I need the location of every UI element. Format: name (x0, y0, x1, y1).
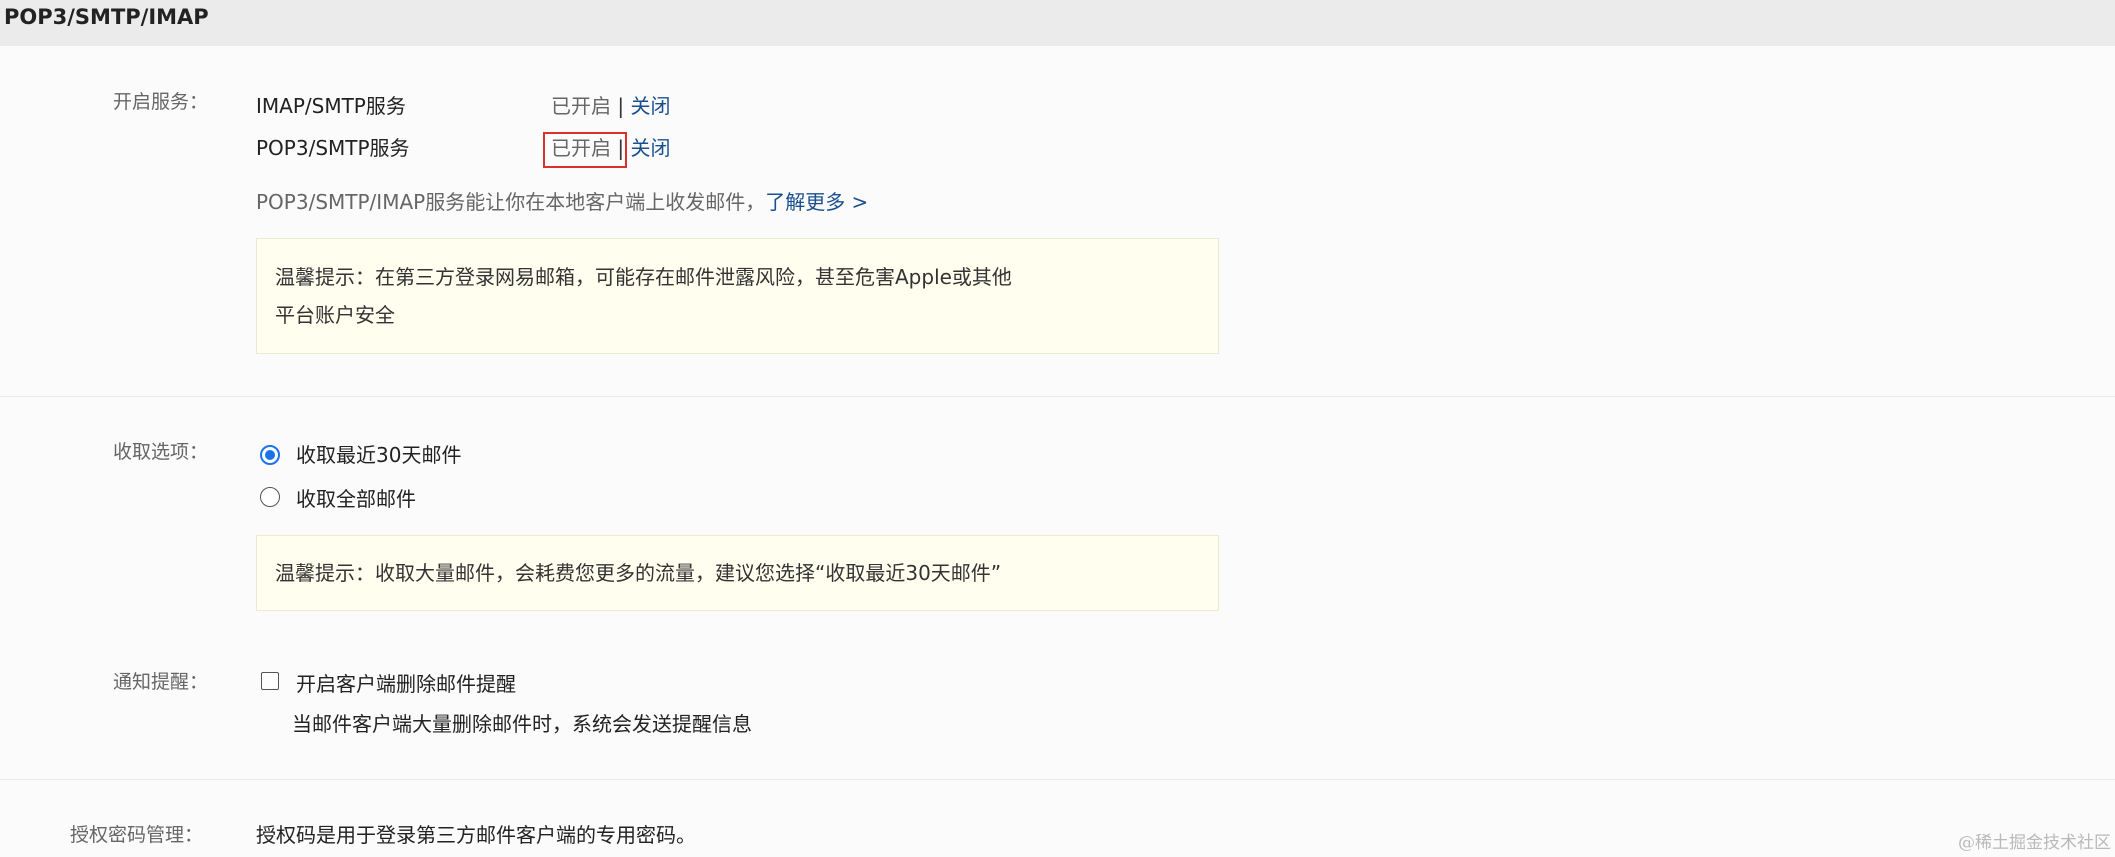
receive-tip-text: 温馨提示：收取大量邮件，会耗费您更多的流量，建议您选择“收取最近30天邮件” (275, 561, 1002, 585)
imap-smtp-status: 已开启 (551, 94, 611, 118)
radio-all-mail-label[interactable]: 收取全部邮件 (296, 485, 416, 513)
section-divider (0, 779, 2115, 780)
auth-label: 授权密码管理： (70, 824, 204, 846)
radio-recent-30-days[interactable] (260, 445, 280, 465)
radio-all-mail[interactable] (260, 487, 280, 507)
delete-alert-checkbox[interactable] (261, 672, 279, 690)
notify-label: 通知提醒： (113, 671, 209, 693)
receive-tip-box: 温馨提示：收取大量邮件，会耗费您更多的流量，建议您选择“收取最近30天邮件” (256, 535, 1219, 611)
learn-more-link[interactable]: 了解更多 > (765, 190, 868, 214)
highlight-annotation-box (543, 132, 627, 168)
services-description-row: POP3/SMTP/IMAP服务能让你在本地客户端上收发邮件，了解更多 > (256, 188, 868, 216)
imap-smtp-close-link[interactable]: 关闭 (630, 94, 670, 118)
auth-description: 授权码是用于登录第三方邮件客户端的专用密码。 (256, 823, 696, 847)
delete-alert-description: 当邮件客户端大量删除邮件时，系统会发送提醒信息 (292, 712, 752, 736)
section-header: POP3/SMTP/IMAP (0, 0, 2115, 46)
section-divider (0, 396, 2115, 397)
pop3-smtp-close-link[interactable]: 关闭 (630, 136, 670, 160)
services-tip-box: 温馨提示：在第三方登录网易邮箱，可能存在邮件泄露风险，甚至危害Apple或其他 … (256, 238, 1219, 354)
imap-smtp-service-name: IMAP/SMTP服务 (256, 94, 406, 118)
pop3-smtp-service-name: POP3/SMTP服务 (256, 136, 410, 160)
delete-alert-checkbox-label[interactable]: 开启客户端删除邮件提醒 (296, 670, 516, 698)
services-tip-line2: 平台账户安全 (275, 303, 395, 327)
services-label: 开启服务： (113, 91, 209, 113)
services-tip-line1: 温馨提示：在第三方登录网易邮箱，可能存在邮件泄露风险，甚至危害Apple或其他 (275, 265, 1012, 289)
section-title: POP3/SMTP/IMAP (4, 5, 209, 29)
status-separator: | (617, 94, 625, 118)
receive-label: 收取选项： (113, 441, 209, 463)
imap-smtp-service-status-row: 已开启 | 关闭 (551, 92, 670, 120)
radio-recent-30-days-label[interactable]: 收取最近30天邮件 (296, 441, 461, 469)
services-description: POP3/SMTP/IMAP服务能让你在本地客户端上收发邮件， (256, 190, 766, 214)
watermark: @稀土掘金技术社区 (1958, 833, 2111, 853)
